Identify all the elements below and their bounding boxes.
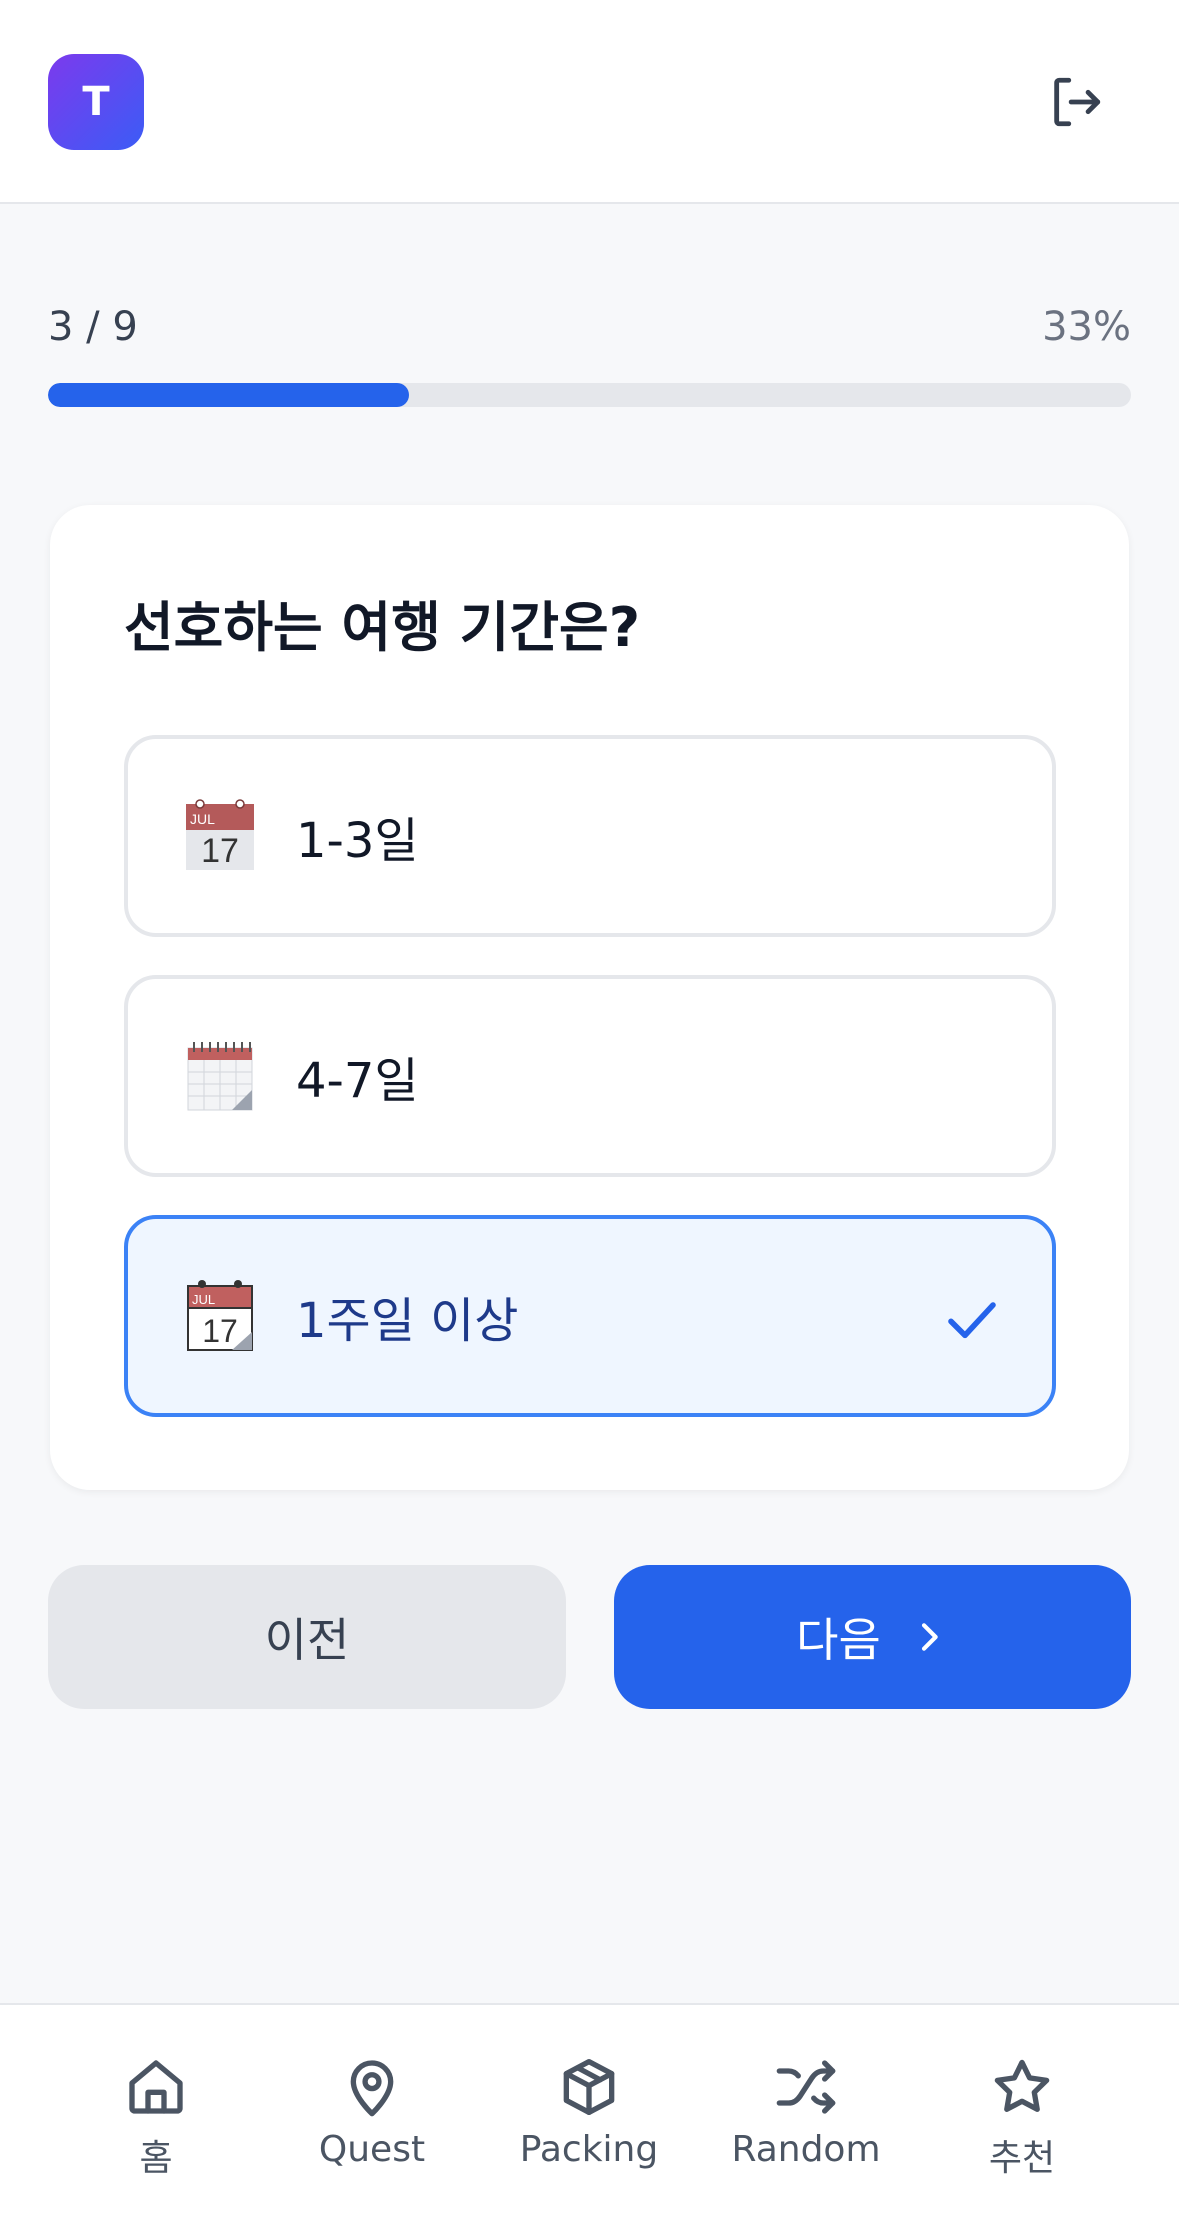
- tear-off-calendar-icon: JUL 17: [187, 1280, 253, 1351]
- option-label: 1주일 이상: [296, 1293, 519, 1349]
- option-1-3-days[interactable]: JUL 17 1-3일: [124, 735, 1056, 937]
- logout-icon: [1054, 77, 1101, 127]
- question-card: 선호하는 여행 기간은? JUL 17 1-3일 4-7일 JUL 17 1주일…: [50, 505, 1129, 1490]
- nav-item-random[interactable]: Random: [706, 2055, 906, 2170]
- user-avatar[interactable]: T: [48, 54, 144, 150]
- progress-count: 3 / 9: [48, 304, 138, 350]
- option-label: 1-3일: [296, 813, 419, 869]
- progress-bar: [48, 383, 1131, 407]
- svg-text:JUL: JUL: [192, 1292, 215, 1307]
- svg-text:17: 17: [201, 832, 239, 870]
- prev-button[interactable]: 이전: [48, 1565, 566, 1709]
- nav-label: Packing: [519, 2129, 659, 2170]
- nav-label: 홈: [139, 2138, 173, 2179]
- nav-label: Random: [731, 2129, 881, 2170]
- progress-fill: [48, 383, 409, 407]
- next-button[interactable]: 다음: [614, 1565, 1131, 1709]
- top-header: T: [0, 0, 1179, 204]
- nav-label: Quest: [318, 2129, 426, 2170]
- option-4-7-days[interactable]: 4-7일: [124, 975, 1056, 1177]
- next-button-label: 다음: [796, 1613, 881, 1667]
- avatar-letter: T: [82, 79, 110, 125]
- svg-text:JUL: JUL: [190, 811, 215, 827]
- star-icon: [994, 2059, 1050, 2112]
- home-icon: [129, 2060, 183, 2114]
- logout-button[interactable]: [1044, 70, 1108, 134]
- chevron-right-icon: [909, 1617, 949, 1657]
- svg-text:17: 17: [202, 1313, 238, 1349]
- calendar-icon: JUL 17: [186, 799, 254, 870]
- map-pin-icon: [350, 2060, 394, 2117]
- prev-button-label: 이전: [264, 1613, 350, 1667]
- option-label: 4-7일: [296, 1053, 419, 1109]
- nav-item-quest[interactable]: Quest: [272, 2055, 472, 2170]
- nav-label: 추천: [988, 2138, 1056, 2179]
- shuffle-icon: [776, 2060, 836, 2114]
- nav-item-home[interactable]: 홈: [56, 2055, 256, 2181]
- nav-item-packing[interactable]: Packing: [489, 2055, 689, 2170]
- question-title: 선호하는 여행 기간은?: [124, 596, 641, 659]
- check-icon: [948, 1302, 996, 1339]
- package-icon: [563, 2059, 615, 2115]
- bottom-nav: 홈 Quest Packing Random 추천: [0, 2003, 1179, 2217]
- spiral-calendar-icon: [187, 1042, 253, 1111]
- nav-item-recommend[interactable]: 추천: [922, 2055, 1122, 2181]
- progress-percent: 33%: [1042, 304, 1131, 350]
- option-1-week-plus[interactable]: JUL 17 1주일 이상: [124, 1215, 1056, 1417]
